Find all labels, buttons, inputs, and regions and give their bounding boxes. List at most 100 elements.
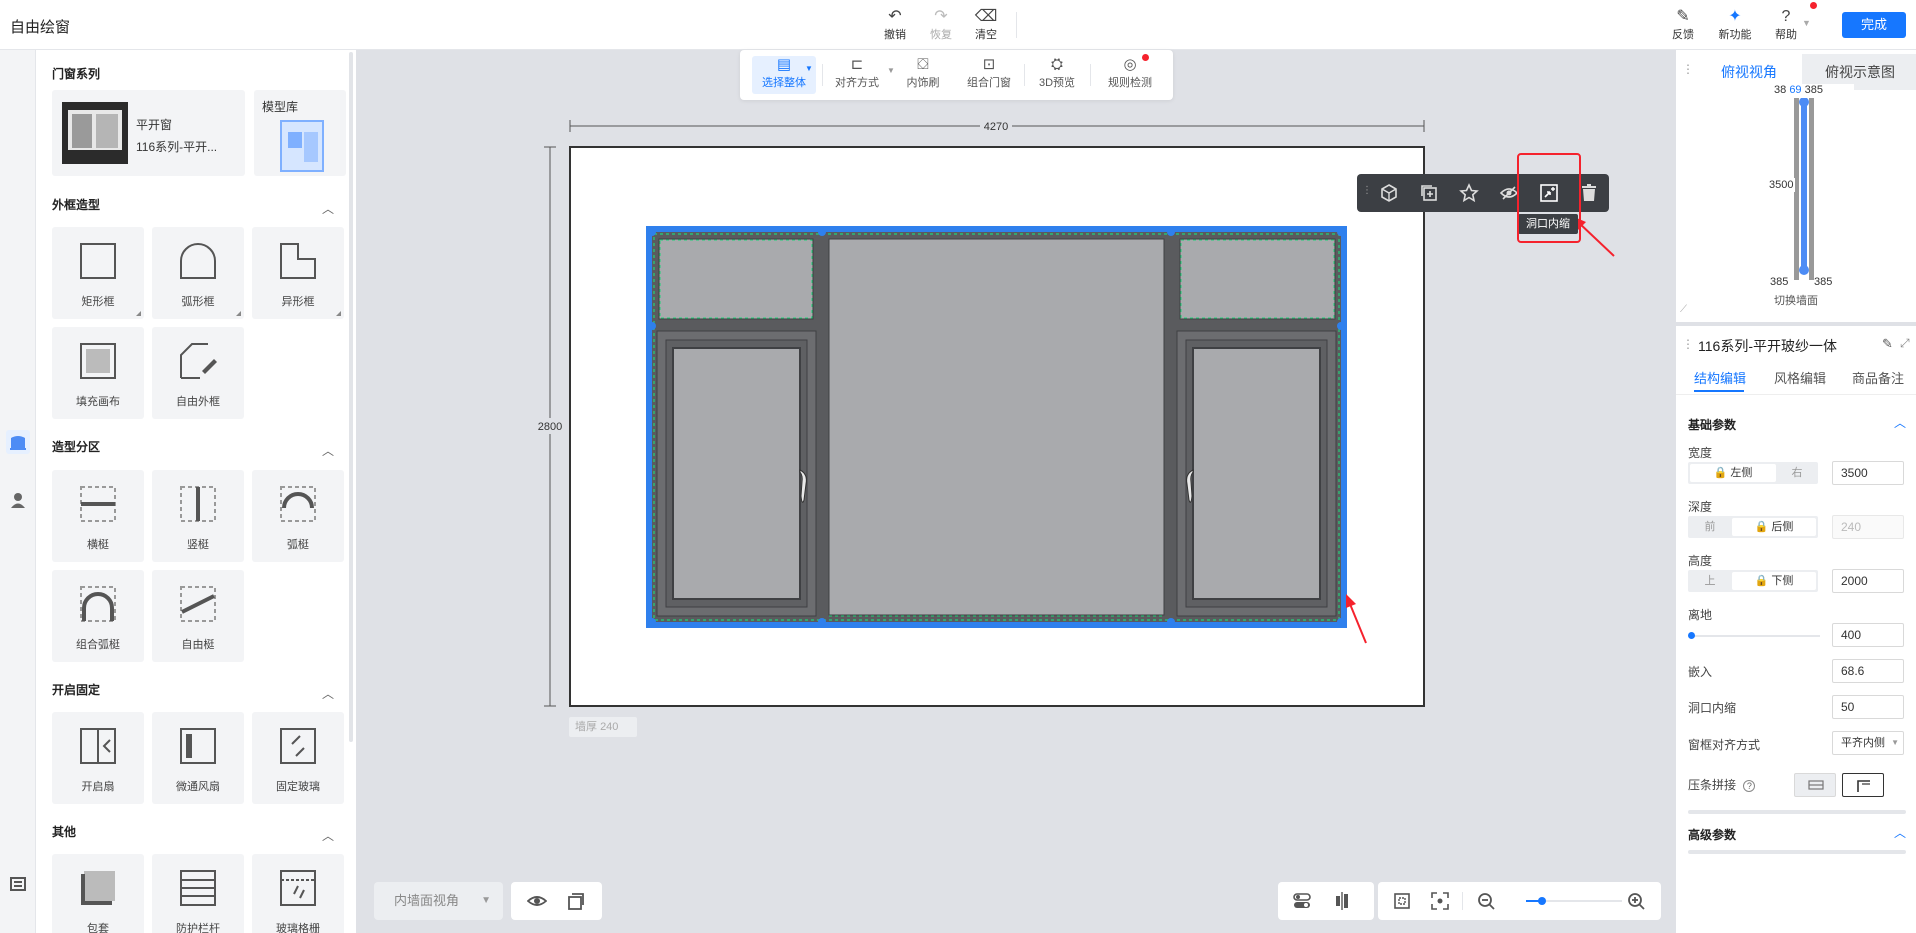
hide-icon[interactable]: [1499, 183, 1519, 203]
help-dropdown-icon[interactable]: ▼: [1802, 18, 1811, 28]
star-icon[interactable]: [1459, 183, 1479, 203]
series-card[interactable]: 平开窗 116系列-平开...: [52, 90, 245, 176]
collapse-icon[interactable]: ︿: [322, 827, 334, 844]
mullion-tile[interactable]: 竖梃: [152, 470, 244, 562]
preview-3d-button[interactable]: ⛭ 3D预览: [1032, 56, 1082, 94]
zoom-slider-thumb[interactable]: [1538, 897, 1546, 905]
width-anchor-toggle[interactable]: 🔒 左侧 右: [1688, 462, 1818, 484]
rect-frame-tile[interactable]: 矩形框: [52, 227, 144, 319]
railing-tile[interactable]: 防护栏杆: [152, 854, 244, 933]
width-input[interactable]: 3500: [1832, 461, 1904, 485]
align-button[interactable]: ⊏ 对齐方式: [832, 56, 882, 94]
collapse-icon[interactable]: ︿: [322, 685, 334, 702]
frame-align-select[interactable]: 平齐内侧 ▼: [1832, 731, 1904, 755]
collapse-icon[interactable]: ︿: [322, 200, 334, 217]
casement-sash-tile[interactable]: 开启扇: [52, 712, 144, 804]
focus-icon[interactable]: [1430, 891, 1450, 911]
custom-frame-tile[interactable]: 异形框: [252, 227, 344, 319]
depth-anchor-front[interactable]: 前: [1690, 518, 1730, 536]
eye-icon[interactable]: [527, 891, 547, 911]
align-icon: ⊏: [850, 56, 864, 73]
tab-structure-edit[interactable]: 结构编辑: [1694, 368, 1746, 387]
feedback-button[interactable]: ✎ 反馈: [1661, 8, 1705, 42]
layers-icon[interactable]: [6, 872, 30, 896]
user-icon[interactable]: [6, 488, 30, 512]
select-all-button[interactable]: ▤ 选择整体: [752, 56, 816, 94]
redo-button[interactable]: ↷ 恢复: [919, 8, 963, 42]
free-frame-tile[interactable]: 自由外框: [152, 327, 244, 419]
switch-wall-button[interactable]: 切换墙面: [1774, 292, 1818, 308]
width-anchor-right[interactable]: 右: [1778, 464, 1816, 482]
tab-product-note[interactable]: 商品备注: [1852, 368, 1904, 387]
glass-grille-tile[interactable]: 玻璃格栅: [252, 854, 344, 933]
right-sash[interactable]: [1176, 330, 1337, 617]
vent-sash-tile[interactable]: 微通风扇: [152, 712, 244, 804]
height-anchor-toggle[interactable]: 上 🔒 下侧: [1688, 570, 1818, 592]
arc-mullion-tile[interactable]: 弧梃: [252, 470, 344, 562]
combo-arc-mullion-tile[interactable]: 组合弧梃: [52, 570, 144, 662]
drag-handle-icon[interactable]: ⋮: [1682, 337, 1694, 351]
align-center-icon[interactable]: [1332, 891, 1352, 911]
new-feature-button[interactable]: ✦ 新功能: [1713, 8, 1757, 42]
toggle-icon[interactable]: [1292, 891, 1312, 911]
select-dropdown-icon[interactable]: ▼: [805, 64, 813, 73]
wall-endpoint[interactable]: [1799, 265, 1809, 275]
height-anchor-bottom[interactable]: 🔒 下侧: [1732, 572, 1816, 590]
off-ground-slider[interactable]: [1688, 632, 1820, 639]
slider-thumb[interactable]: [1688, 632, 1695, 639]
align-dropdown-icon[interactable]: ▼: [887, 66, 895, 75]
resize-icon[interactable]: ⟋: [1680, 304, 1687, 315]
left-sash[interactable]: [656, 330, 817, 617]
fit-screen-icon[interactable]: [1392, 891, 1412, 911]
transom-tile[interactable]: 横梃: [52, 470, 144, 562]
depth-input[interactable]: 240: [1832, 515, 1904, 539]
expand-icon[interactable]: ⤢: [1900, 336, 1910, 351]
glass-pane[interactable]: [1179, 238, 1336, 320]
help-icon[interactable]: ?: [1743, 780, 1756, 792]
drag-handle-icon[interactable]: ⋮: [1362, 185, 1372, 196]
window-assembly[interactable]: [646, 226, 1347, 628]
bead-joint-option-b[interactable]: [1842, 773, 1884, 797]
wall-bar[interactable]: [1801, 96, 1807, 274]
opening-inset-input[interactable]: 50: [1832, 695, 1904, 719]
collapse-icon[interactable]: ︿: [1894, 824, 1906, 841]
drag-handle-icon[interactable]: ⋮: [1682, 62, 1694, 76]
depth-anchor-toggle[interactable]: 前 🔒 后侧: [1688, 516, 1818, 538]
cladding-tile[interactable]: 包套: [52, 854, 144, 933]
glass-pane[interactable]: [658, 238, 814, 320]
delete-icon[interactable]: [1579, 183, 1599, 203]
free-mullion-tile[interactable]: 自由梃: [152, 570, 244, 662]
tab-style-edit[interactable]: 风格编辑: [1774, 368, 1826, 387]
fill-canvas-tile[interactable]: 填充画布: [52, 327, 144, 419]
bead-joint-option-a[interactable]: [1794, 773, 1836, 797]
view-mode-select[interactable]: 内墙面视角 ▼: [374, 882, 503, 920]
fixed-glass-tile[interactable]: 固定玻璃: [252, 712, 344, 804]
arc-frame-tile[interactable]: 弧形框: [152, 227, 244, 319]
rule-check-button[interactable]: ◎ 规则检测: [1102, 56, 1158, 94]
zoom-out-icon[interactable]: [1476, 891, 1496, 911]
done-button[interactable]: 完成: [1842, 12, 1906, 38]
collapse-icon[interactable]: ︿: [1894, 414, 1906, 431]
duplicate-icon[interactable]: [1419, 183, 1439, 203]
zoom-in-icon[interactable]: [1626, 891, 1646, 911]
height-input[interactable]: 2000: [1832, 569, 1904, 593]
off-ground-input[interactable]: 400: [1832, 623, 1904, 647]
collapse-icon[interactable]: ︿: [322, 442, 334, 459]
layers-icon[interactable]: [565, 891, 585, 911]
clear-button[interactable]: ⌫ 清空: [964, 8, 1008, 42]
window-tool-icon[interactable]: [6, 430, 30, 454]
combine-door-button[interactable]: ⊡ 组合门窗: [964, 56, 1014, 94]
left-panel-scrollbar[interactable]: [349, 52, 353, 742]
model-library-card[interactable]: 模型库: [254, 90, 346, 176]
embed-input[interactable]: 68.6: [1832, 659, 1904, 683]
height-anchor-top[interactable]: 上: [1690, 572, 1730, 590]
edit-icon[interactable]: ✎: [1882, 336, 1893, 352]
depth-anchor-back[interactable]: 🔒 后侧: [1732, 518, 1816, 536]
zoom-slider[interactable]: [1526, 897, 1622, 905]
decor-brush-button[interactable]: ⛋ 内饰刷: [898, 56, 948, 94]
width-anchor-left[interactable]: 🔒 左侧: [1690, 464, 1776, 482]
rotate-3d-icon[interactable]: [1379, 183, 1399, 203]
undo-button[interactable]: ↶ 撤销: [873, 8, 917, 42]
wall-endpoint[interactable]: [1799, 97, 1809, 107]
glass-pane[interactable]: [828, 238, 1165, 616]
